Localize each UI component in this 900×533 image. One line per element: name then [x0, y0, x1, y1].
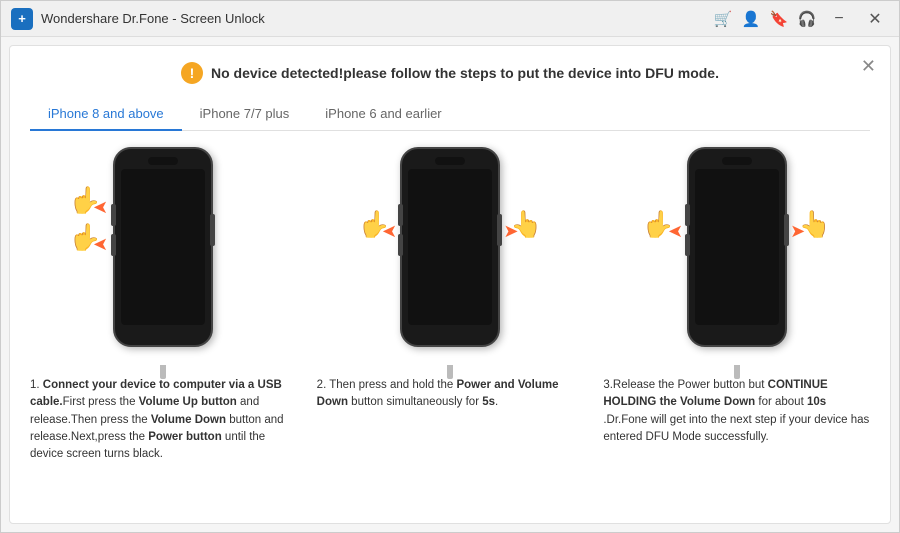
step1-num: 1. [30, 379, 43, 391]
notice-text: No device detected!please follow the ste… [211, 65, 719, 81]
phone2-vol-up-btn [398, 204, 403, 226]
user-icon[interactable]: 👤 [741, 9, 761, 29]
step1-bold3: Volume Down [151, 414, 226, 426]
arrow-voldown-icon: ➤ [93, 234, 108, 255]
titlebar: + Wondershare Dr.Fone - Screen Unlock 🛒 … [1, 1, 899, 37]
step3-text1: for about [755, 396, 807, 408]
step1-bold2: Volume Up button [139, 396, 237, 408]
phone-body-2 [400, 147, 500, 347]
step2-text2: . [495, 396, 498, 408]
step2-num: 2. Then press and hold the [317, 379, 457, 391]
phone-screen-2 [408, 169, 492, 325]
titlebar-icons: 🛒 👤 🔖 🎧 − ✕ [713, 8, 889, 30]
phone2-power-btn [497, 214, 502, 246]
cart-icon[interactable]: 🛒 [713, 9, 733, 29]
phone-cable-1 [160, 365, 166, 379]
close-button[interactable]: ✕ [861, 8, 889, 30]
step2-bold2: 5s [482, 396, 495, 408]
arrow-right3-icon: ➤ [790, 221, 805, 242]
window-title: Wondershare Dr.Fone - Screen Unlock [41, 11, 713, 26]
step3-description: 3.Release the Power button but CONTINUE … [603, 377, 870, 446]
step3-phone-illustration: 👆 ➤ 👆 ➤ [664, 147, 809, 367]
app-logo: + [11, 8, 33, 30]
app-window: + Wondershare Dr.Fone - Screen Unlock 🛒 … [0, 0, 900, 533]
step2-text1: button simultaneously for [348, 396, 482, 408]
step1-text1: First press the [63, 396, 139, 408]
tab-iphone7[interactable]: iPhone 7/7 plus [182, 98, 308, 131]
phone-notch-3 [722, 157, 752, 165]
phone-notch-2 [435, 157, 465, 165]
step1-description: 1. Connect your device to computer via a… [30, 377, 297, 463]
phone3-vol-down-btn [685, 234, 690, 256]
phone-cable-3 [734, 365, 740, 379]
phone-screen-3 [695, 169, 779, 325]
step2-description: 2. Then press and hold the Power and Vol… [317, 377, 584, 412]
step-1: 👆 ➤ 👆 [30, 147, 297, 507]
step-2: 👆 ➤ 👆 ➤ 2 [317, 147, 584, 507]
arrow-left3-icon: ➤ [668, 221, 683, 242]
step2-phone-illustration: 👆 ➤ 👆 ➤ [378, 147, 523, 367]
phone3-power-btn [784, 214, 789, 246]
tab-iphone8[interactable]: iPhone 8 and above [30, 98, 182, 131]
bookmark-icon[interactable]: 🔖 [769, 9, 789, 29]
phone-cable-2 [447, 365, 453, 379]
phone-body-3 [687, 147, 787, 347]
phone-vol-down-btn [111, 234, 116, 256]
tab-bar: iPhone 8 and above iPhone 7/7 plus iPhon… [30, 98, 870, 131]
phone2-vol-down-btn [398, 234, 403, 256]
phone-notch-1 [148, 157, 178, 165]
phone-screen-1 [121, 169, 205, 325]
phone-power-btn [210, 214, 215, 246]
steps-container: 👆 ➤ 👆 [30, 147, 870, 507]
content-area: ✕ ! No device detected!please follow the… [9, 45, 891, 524]
arrow-right2-icon: ➤ [503, 221, 518, 242]
phone3-vol-up-btn [685, 204, 690, 226]
warning-icon: ! [181, 62, 203, 84]
dialog-close-icon[interactable]: ✕ [861, 56, 876, 77]
minimize-button[interactable]: − [825, 8, 853, 30]
arrow-left2-icon: ➤ [382, 221, 397, 242]
arrow-volup-icon: ➤ [93, 197, 108, 218]
step1-bold4: Power button [148, 431, 221, 443]
step3-text2: .Dr.Fone will get into the next step if … [603, 414, 869, 443]
headset-icon[interactable]: 🎧 [797, 9, 817, 29]
step3-num: 3.Release the Power button but [603, 379, 767, 391]
step3-bold2: 10s [807, 396, 826, 408]
step1-phone-illustration: 👆 ➤ 👆 [91, 147, 236, 367]
step-3: 👆 ➤ 👆 ➤ 3 [603, 147, 870, 507]
phone-body-1 [113, 147, 213, 347]
notice-bar: ! No device detected!please follow the s… [30, 62, 870, 84]
tab-iphone6[interactable]: iPhone 6 and earlier [307, 98, 459, 131]
phone-vol-up-btn [111, 204, 116, 226]
